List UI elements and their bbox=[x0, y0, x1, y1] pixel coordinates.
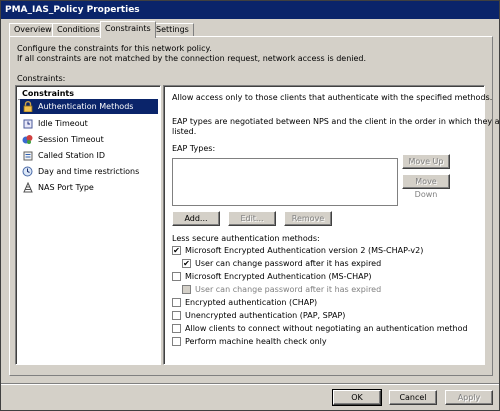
pap-spap-label: Unencrypted authentication (PAP, SPAP) bbox=[185, 311, 346, 320]
lock-icon bbox=[22, 101, 33, 112]
apply-button[interactable]: Apply bbox=[445, 390, 493, 405]
tab-overview[interactable]: Overview bbox=[9, 23, 57, 37]
sidebar-item-idle-timeout[interactable]: Idle Timeout bbox=[20, 116, 158, 131]
description-line-1: Configure the constraints for this netwo… bbox=[17, 44, 212, 53]
sidebar-item-label: Called Station ID bbox=[38, 151, 105, 160]
auth-intro-text: Allow access only to those clients that … bbox=[172, 93, 493, 102]
constraints-list[interactable]: Constraints Authentication Methods Idle … bbox=[15, 85, 161, 365]
pap-spap-checkbox[interactable] bbox=[172, 311, 181, 320]
eap-types-list[interactable] bbox=[172, 158, 398, 206]
idle-timeout-icon bbox=[22, 118, 33, 129]
constraints-label: Constraints: bbox=[17, 74, 66, 83]
properties-window: PMA_IAS_Policy Properties Overview Condi… bbox=[0, 0, 500, 411]
sidebar-item-authentication-methods[interactable]: Authentication Methods bbox=[20, 99, 158, 114]
edit-button[interactable]: Edit... bbox=[228, 211, 276, 226]
ok-button[interactable]: OK bbox=[332, 389, 382, 406]
sidebar-item-day-and-time-restrictions[interactable]: Day and time restrictions bbox=[20, 164, 158, 179]
remove-button[interactable]: Remove bbox=[284, 211, 332, 226]
no-auth-negotiation-label: Allow clients to connect without negotia… bbox=[185, 324, 468, 333]
machine-health-check-label: Perform machine health check only bbox=[185, 337, 327, 346]
window-title: PMA_IAS_Policy Properties bbox=[1, 1, 499, 19]
mschapv2-change-password-checkbox[interactable]: ✔ bbox=[182, 259, 191, 268]
mschapv2-label: Microsoft Encrypted Authentication versi… bbox=[185, 246, 424, 255]
mschap-change-password-checkbox[interactable] bbox=[182, 285, 191, 294]
session-timeout-icon bbox=[22, 134, 33, 145]
sidebar-item-label: NAS Port Type bbox=[38, 183, 94, 192]
mschap-change-password-label: User can change password after it has ex… bbox=[195, 285, 382, 294]
description-line-2: If all constraints are not matched by th… bbox=[17, 54, 367, 63]
sidebar-item-label: Session Timeout bbox=[38, 135, 104, 144]
calendar-icon bbox=[22, 166, 33, 177]
sidebar-item-session-timeout[interactable]: Session Timeout bbox=[20, 132, 158, 147]
authentication-methods-pane: Allow access only to those clients that … bbox=[163, 85, 500, 365]
port-icon bbox=[22, 182, 33, 193]
mschapv2-checkbox[interactable]: ✔ bbox=[172, 246, 181, 255]
station-id-icon bbox=[22, 150, 33, 161]
machine-health-check-checkbox[interactable] bbox=[172, 337, 181, 346]
panel-description: Configure the constraints for this netwo… bbox=[17, 44, 366, 64]
sidebar-item-called-station-id[interactable]: Called Station ID bbox=[20, 148, 158, 163]
chap-label: Encrypted authentication (CHAP) bbox=[185, 298, 318, 307]
eap-note-line-1: EAP types are negotiated between NPS and… bbox=[172, 117, 500, 126]
move-up-button[interactable]: Move Up bbox=[402, 154, 450, 169]
sidebar-item-label: Authentication Methods bbox=[38, 102, 134, 111]
tab-settings[interactable]: Settings bbox=[151, 23, 194, 37]
eap-types-label: EAP Types: bbox=[172, 144, 216, 153]
cancel-button[interactable]: Cancel bbox=[389, 390, 437, 405]
chap-checkbox[interactable] bbox=[172, 298, 181, 307]
sidebar-item-label: Day and time restrictions bbox=[38, 167, 140, 176]
mschap-label: Microsoft Encrypted Authentication (MS-C… bbox=[185, 272, 372, 281]
tab-constraints[interactable]: Constraints bbox=[100, 21, 156, 38]
no-auth-negotiation-checkbox[interactable] bbox=[172, 324, 181, 333]
less-secure-label: Less secure authentication methods: bbox=[172, 234, 320, 243]
move-down-button[interactable]: Move Down bbox=[402, 174, 450, 199]
mschap-checkbox[interactable] bbox=[172, 272, 181, 281]
footer-divider bbox=[1, 383, 499, 385]
add-button[interactable]: Add... bbox=[172, 211, 220, 226]
sidebar-item-nas-port-type[interactable]: NAS Port Type bbox=[20, 180, 158, 195]
mschapv2-change-password-label: User can change password after it has ex… bbox=[195, 259, 382, 268]
tab-conditions[interactable]: Conditions bbox=[52, 23, 105, 37]
sidebar-item-label: Idle Timeout bbox=[38, 119, 88, 128]
eap-note-line-2: listed. bbox=[172, 127, 197, 136]
